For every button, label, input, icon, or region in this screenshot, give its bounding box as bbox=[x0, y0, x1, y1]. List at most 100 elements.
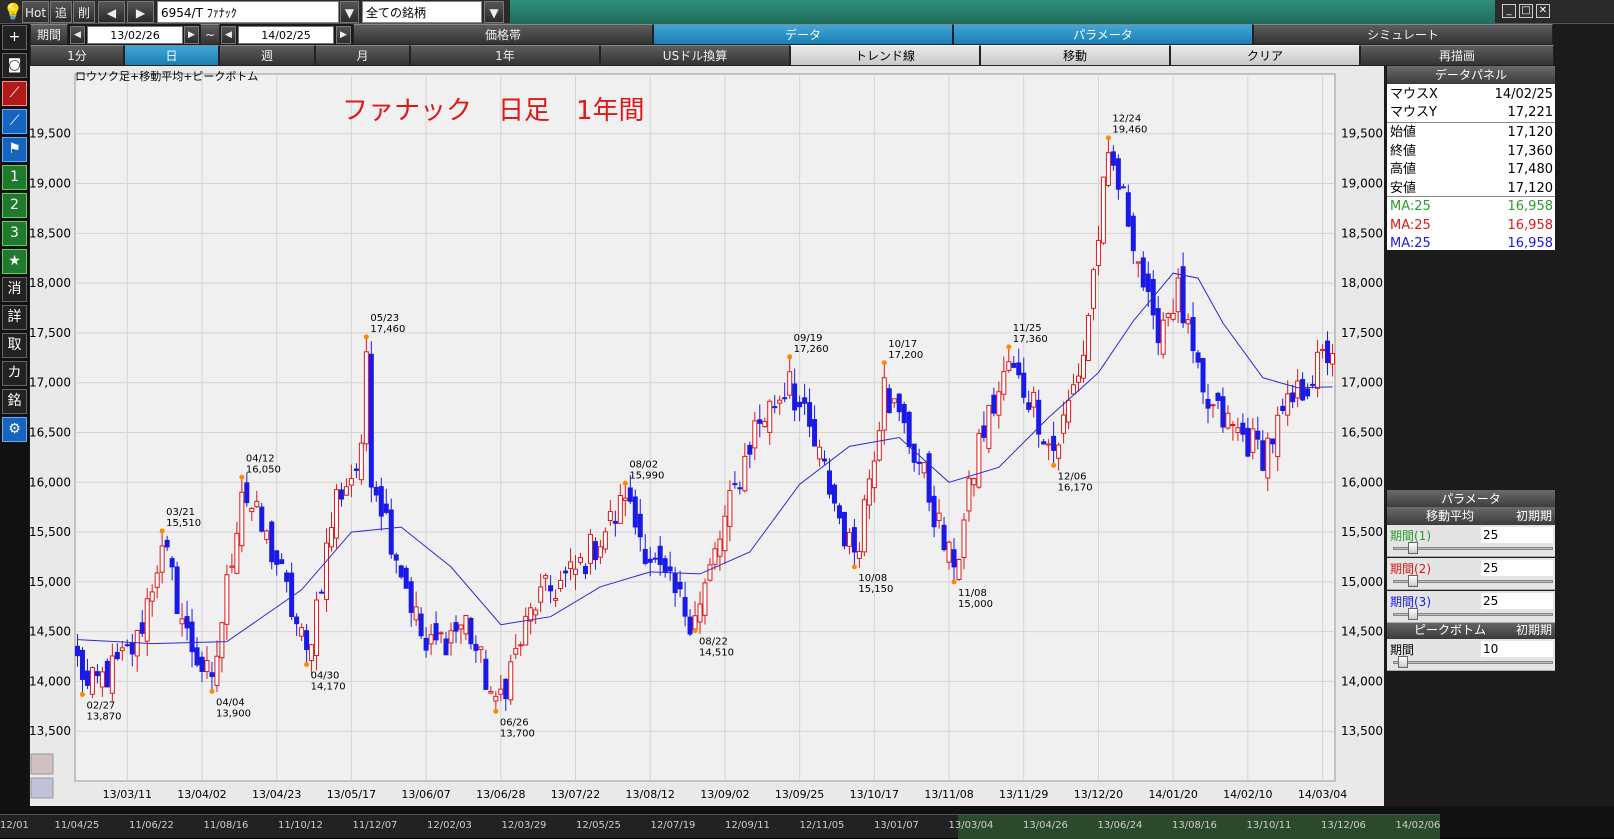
redraw-button[interactable]: 再描画 bbox=[1360, 45, 1554, 66]
ma-period-param[interactable]: 期間(1) 25 bbox=[1387, 525, 1555, 557]
gear-icon[interactable]: ⚙ bbox=[2, 417, 27, 442]
tab-parameter[interactable]: パラメータ bbox=[953, 24, 1253, 45]
candle-body bbox=[1130, 215, 1136, 252]
universe-dropdown-icon[interactable]: ▼ bbox=[484, 1, 504, 23]
peak-bottom-value: 17,260 bbox=[794, 344, 829, 355]
camera-icon[interactable]: ◙ bbox=[2, 53, 27, 78]
candle-body bbox=[881, 377, 887, 431]
peak-bottom-period-param[interactable]: 期間 10 bbox=[1387, 639, 1555, 671]
candle-body bbox=[1085, 314, 1091, 361]
minimize-icon[interactable]: _ bbox=[1502, 4, 1516, 18]
candle-body bbox=[1001, 371, 1007, 395]
candle-body bbox=[1011, 362, 1017, 368]
end-date-input[interactable]: 14/02/25 bbox=[238, 26, 334, 44]
line-chart-icon[interactable]: ⟋ bbox=[2, 109, 27, 134]
end-next-icon[interactable]: ▶ bbox=[336, 26, 351, 44]
param-value[interactable]: 25 bbox=[1481, 593, 1553, 609]
range-1year[interactable]: 1年 bbox=[410, 45, 600, 66]
left-toolbar-button[interactable]: 1 bbox=[2, 165, 27, 190]
universe-select[interactable]: 全ての銘柄 bbox=[362, 1, 482, 23]
data-label: 高値 bbox=[1390, 162, 1417, 177]
clear-button[interactable]: クリア bbox=[1170, 45, 1360, 66]
candle-body bbox=[622, 497, 628, 501]
star-icon[interactable]: ★ bbox=[2, 249, 27, 274]
candle-body bbox=[1210, 404, 1216, 407]
peak-bottom-date: 05/23 bbox=[370, 313, 399, 324]
left-toolbar-button[interactable]: 3 bbox=[2, 221, 27, 246]
data-panel-row: 終値 17,360 bbox=[1387, 143, 1555, 161]
ma-row: MA:25 16,958 bbox=[1387, 217, 1555, 235]
param-slider-thumb[interactable] bbox=[1408, 575, 1418, 587]
peak-bottom-date: 11/25 bbox=[1013, 323, 1042, 334]
end-prev-icon[interactable]: ◀ bbox=[221, 26, 236, 44]
peak-bottom-value: 17,460 bbox=[370, 324, 405, 335]
y-tick-label: 13,500 bbox=[30, 724, 71, 738]
left-toolbar-button[interactable]: 銘 bbox=[2, 389, 27, 414]
flag-icon[interactable]: ⚑ bbox=[2, 137, 27, 162]
move-button[interactable]: 移動 bbox=[980, 45, 1170, 66]
left-toolbar-button[interactable]: 2 bbox=[2, 193, 27, 218]
lightbulb-icon[interactable]: 💡 bbox=[3, 1, 23, 23]
interval-week[interactable]: 週 bbox=[219, 45, 315, 66]
tab-price-band[interactable]: 価格帯 bbox=[353, 24, 653, 45]
prev-symbol-button[interactable]: ◀ bbox=[98, 1, 125, 23]
param-value[interactable]: 10 bbox=[1481, 641, 1553, 657]
y-tick-label: 19,500 bbox=[30, 127, 71, 141]
candle-body bbox=[1021, 372, 1027, 398]
candle-body bbox=[264, 530, 270, 540]
peak-bottom-reset-button[interactable]: 初期期 bbox=[1513, 621, 1555, 639]
candle-body bbox=[1270, 438, 1276, 445]
next-symbol-button[interactable]: ▶ bbox=[127, 1, 154, 23]
usd-convert-button[interactable]: USドル換算 bbox=[600, 45, 790, 66]
symbol-input[interactable]: 6954/T ﾌｧﾅｯｸ bbox=[157, 1, 339, 23]
peak-bottom-date: 02/27 bbox=[86, 700, 115, 711]
candle-body bbox=[433, 623, 439, 641]
plus-icon[interactable]: + bbox=[2, 25, 27, 50]
candle-body bbox=[787, 371, 793, 396]
candle-body bbox=[573, 568, 579, 575]
chart-svg[interactable]: 13,500 13,500 14,000 14,000 14,500 14,500 15,0… bbox=[30, 66, 1384, 806]
interval-day[interactable]: 日 bbox=[124, 45, 219, 66]
maximize-icon[interactable]: □ bbox=[1519, 4, 1533, 18]
param-value[interactable]: 25 bbox=[1481, 527, 1553, 543]
candle-body bbox=[1250, 428, 1256, 453]
start-next-icon[interactable]: ▶ bbox=[184, 26, 199, 44]
close-icon[interactable]: ✕ bbox=[1536, 4, 1550, 18]
candle-body bbox=[1285, 393, 1291, 416]
tab-simulate[interactable]: シミュレート bbox=[1253, 24, 1553, 45]
symbol-dropdown-icon[interactable]: ▼ bbox=[340, 1, 359, 23]
left-toolbar-button[interactable]: 詳 bbox=[2, 305, 27, 330]
line-chart-icon[interactable]: ⟋ bbox=[2, 81, 27, 106]
candle-body bbox=[1076, 375, 1082, 383]
ma-period-param[interactable]: 期間(3) 25 bbox=[1387, 591, 1555, 623]
ma-period-param[interactable]: 期間(2) 25 bbox=[1387, 558, 1555, 590]
start-date-input[interactable]: 13/02/26 bbox=[87, 26, 183, 44]
left-toolbar-button[interactable]: 消 bbox=[2, 277, 27, 302]
candle-body bbox=[1031, 391, 1037, 408]
candle-body bbox=[602, 531, 608, 550]
history-navigator[interactable]: 12/01 11/04/25 11/06/22 11/08/16 11/10/12 11/… bbox=[0, 814, 1440, 839]
interval-1min[interactable]: 1分 bbox=[30, 45, 124, 66]
interval-month[interactable]: 月 bbox=[315, 45, 410, 66]
hot-button[interactable]: Hot bbox=[22, 1, 49, 23]
param-slider-thumb[interactable] bbox=[1408, 542, 1418, 554]
left-toolbar-button[interactable]: 取 bbox=[2, 333, 27, 358]
param-slider-track[interactable] bbox=[1393, 661, 1553, 664]
ma-reset-button[interactable]: 初期期 bbox=[1513, 507, 1555, 525]
candle-body bbox=[752, 420, 758, 449]
add-button[interactable]: 追 bbox=[50, 1, 72, 23]
candle-body bbox=[398, 565, 404, 578]
delete-button[interactable]: 削 bbox=[73, 1, 95, 23]
param-slider-thumb[interactable] bbox=[1408, 608, 1418, 620]
start-prev-icon[interactable]: ◀ bbox=[70, 26, 85, 44]
candlestick-chart[interactable]: 13,500 13,500 14,000 14,000 14,500 14,500 15,0… bbox=[30, 66, 1384, 806]
param-slider-thumb[interactable] bbox=[1397, 656, 1408, 668]
left-toolbar-button[interactable]: カ bbox=[2, 361, 27, 386]
y-tick-label-right: 19,000 bbox=[1341, 177, 1383, 191]
candle-body bbox=[1105, 152, 1111, 186]
tab-data[interactable]: データ bbox=[653, 24, 953, 45]
trendline-button[interactable]: トレンド線 bbox=[790, 45, 980, 66]
param-value[interactable]: 25 bbox=[1481, 560, 1553, 576]
candle-body bbox=[951, 549, 957, 568]
peak-bottom-date: 11/08 bbox=[958, 588, 987, 599]
